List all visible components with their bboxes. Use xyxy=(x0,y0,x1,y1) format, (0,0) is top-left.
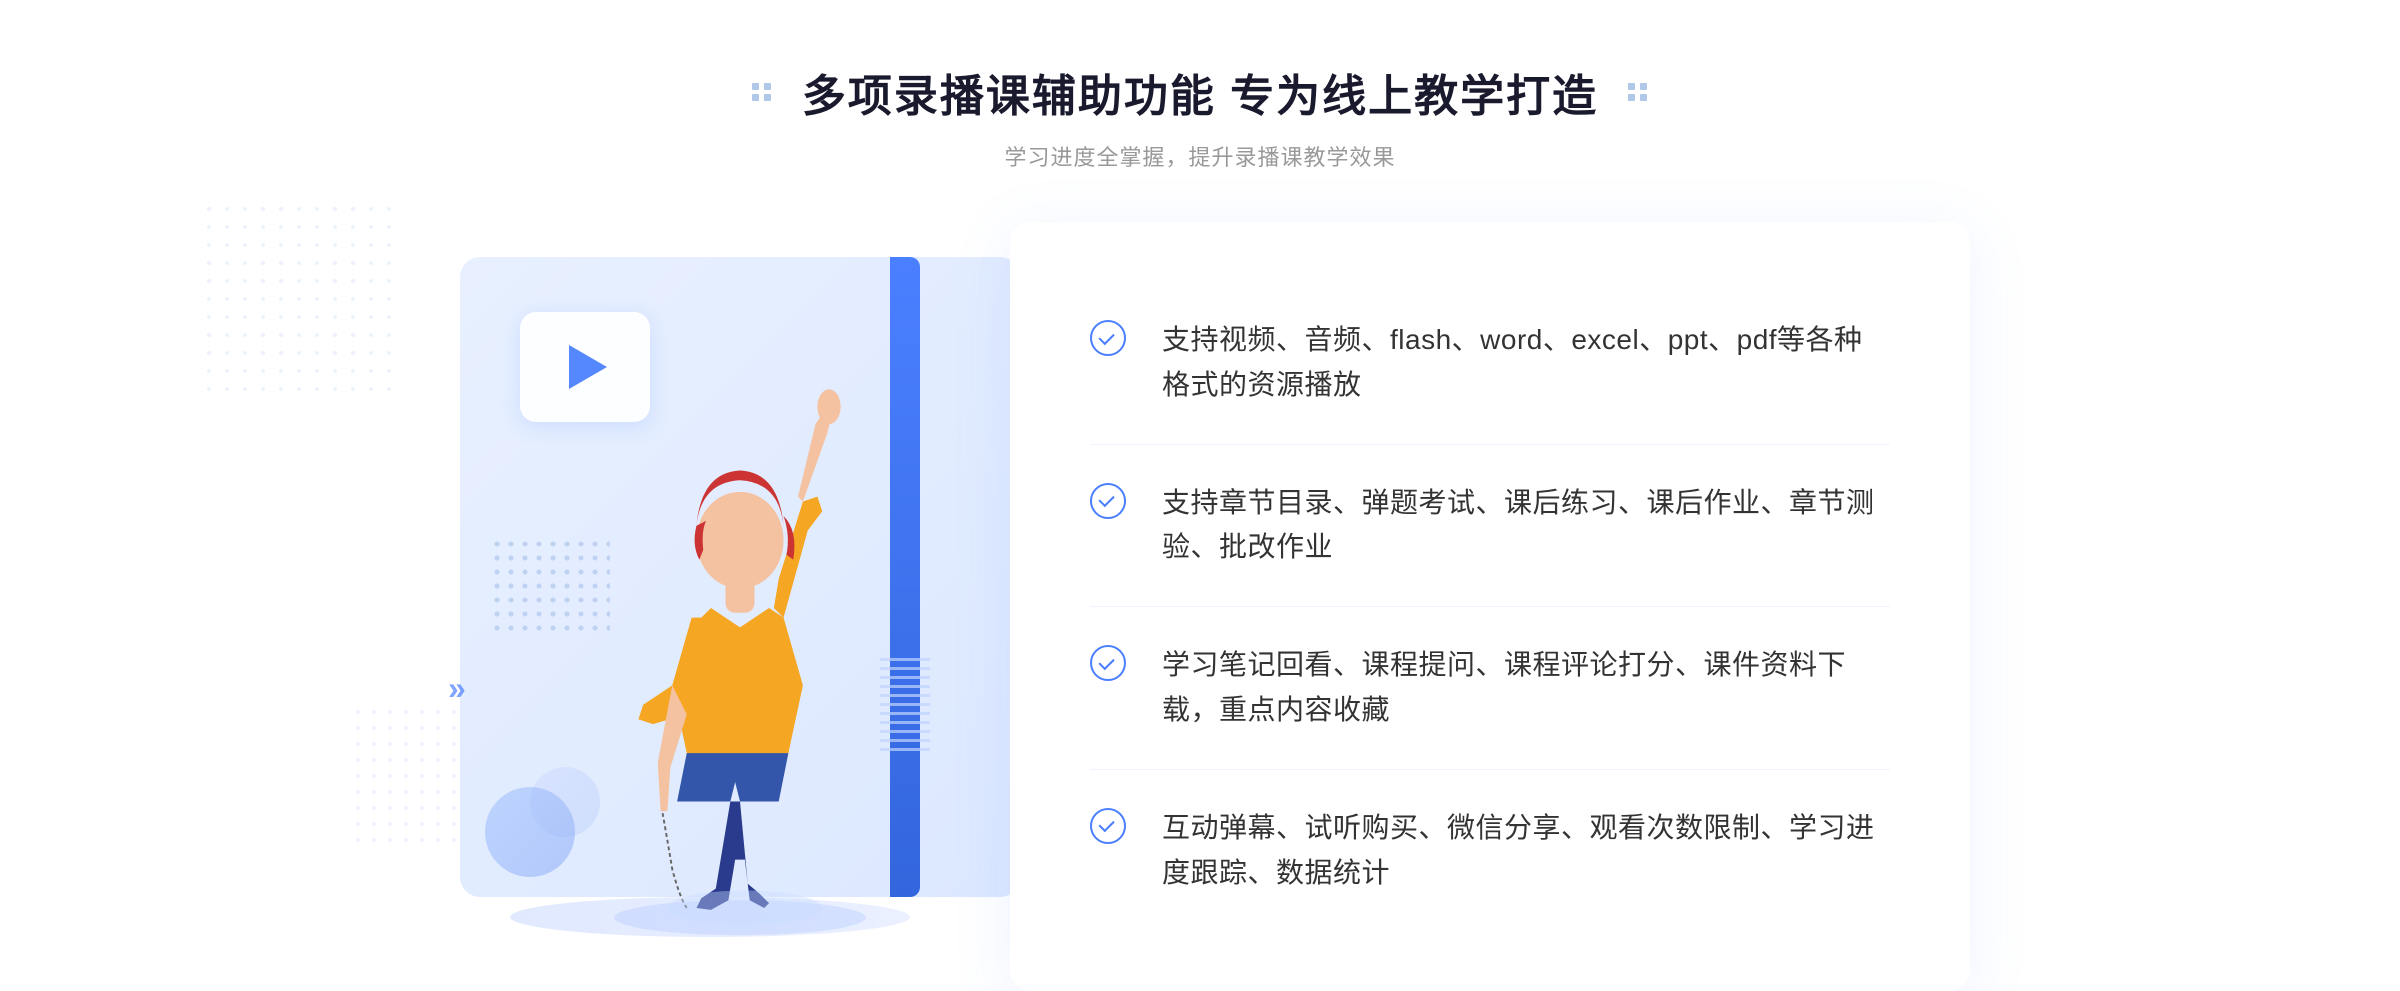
feature-text-4: 互动弹幕、试听购买、微信分享、观看次数限制、学习进度跟踪、数据统计 xyxy=(1162,806,1890,896)
arrow-left-icon: » xyxy=(448,670,466,707)
check-icon-3 xyxy=(1090,645,1126,681)
check-icon-1 xyxy=(1090,320,1126,356)
title-text: 多项录播课辅助功能 专为线上教学打造 xyxy=(802,60,1598,124)
header-section: 多项录播课辅助功能 专为线上教学打造 学习进度全掌握，提升录播课教学效果 xyxy=(742,60,1658,172)
features-panel: 支持视频、音频、flash、word、excel、ppt、pdf等各种格式的资源… xyxy=(1010,222,1970,991)
feature-item-2: 支持章节目录、弹题考试、课后练习、课后作业、章节测验、批改作业 xyxy=(1090,445,1890,608)
feature-text-1: 支持视频、音频、flash、word、excel、ppt、pdf等各种格式的资源… xyxy=(1162,318,1890,408)
page-container: 多项录播课辅助功能 专为线上教学打造 学习进度全掌握，提升录播课教学效果 xyxy=(0,0,2400,974)
illustration-container: » xyxy=(430,257,1050,957)
feature-item-3: 学习笔记回看、课程提问、课程评论打分、课件资料下载，重点内容收藏 xyxy=(1090,607,1890,770)
figure-illustration xyxy=(570,337,910,937)
feature-item-1: 支持视频、音频、flash、word、excel、ppt、pdf等各种格式的资源… xyxy=(1090,282,1890,445)
bg-dots-top-left xyxy=(200,200,400,400)
check-icon-2 xyxy=(1090,483,1126,519)
check-icon-4 xyxy=(1090,808,1126,844)
header-subtitle: 学习进度全掌握，提升录播课教学效果 xyxy=(742,140,1658,172)
title-decorator-left xyxy=(752,83,772,101)
main-content: » 支持视频、音频、flash、word、excel、ppt、pdf等各种格式的… xyxy=(400,222,2000,991)
title-decorator-right xyxy=(1628,83,1648,101)
feature-text-3: 学习笔记回看、课程提问、课程评论打分、课件资料下载，重点内容收藏 xyxy=(1162,643,1890,733)
page-title: 多项录播课辅助功能 专为线上教学打造 xyxy=(742,60,1658,124)
feature-item-4: 互动弹幕、试听购买、微信分享、观看次数限制、学习进度跟踪、数据统计 xyxy=(1090,770,1890,932)
feature-text-2: 支持章节目录、弹题考试、课后练习、课后作业、章节测验、批改作业 xyxy=(1162,481,1890,571)
